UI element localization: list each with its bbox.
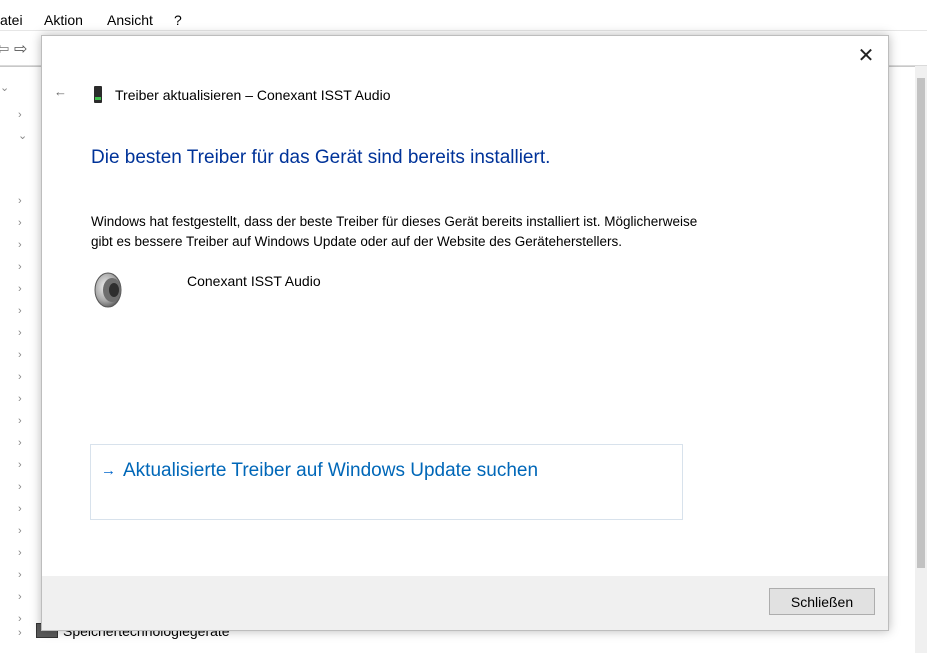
device-name: Conexant ISST Audio [187,273,321,289]
chevron-right-icon[interactable]: › [18,569,22,581]
chevron-right-icon[interactable]: › [18,459,22,471]
forward-arrow-icon: → [101,462,116,479]
chevron-right-icon[interactable]: › [18,217,22,229]
chevron-right-icon[interactable]: › [18,503,22,515]
chevron-right-icon[interactable]: › [18,437,22,449]
back-arrow-icon[interactable]: ⇦ [0,39,9,59]
chevron-right-icon[interactable]: › [18,283,22,295]
chevron-right-icon[interactable]: › [18,547,22,559]
chevron-right-icon[interactable]: › [18,239,22,251]
chevron-right-icon[interactable]: › [18,627,22,639]
result-heading: Die besten Treiber für das Gerät sind be… [91,147,551,168]
chevron-down-icon[interactable]: ⌄ [0,81,9,94]
update-driver-dialog: ✕ ← Treiber aktualisieren – Conexant ISS… [41,35,889,631]
dialog-title: Treiber aktualisieren – Conexant ISST Au… [115,87,391,103]
chevron-right-icon[interactable]: › [18,525,22,537]
chevron-right-icon[interactable]: › [18,195,22,207]
chevron-right-icon[interactable]: › [18,349,22,361]
chevron-down-icon[interactable]: ⌄ [18,129,27,142]
close-button[interactable]: Schließen [769,588,875,615]
dialog-footer: Schließen [42,576,888,630]
chevron-right-icon[interactable]: › [18,261,22,273]
back-icon[interactable]: ← [54,84,67,99]
menu-bar: atei Aktion Ansicht ? [0,0,927,31]
close-icon[interactable]: ✕ [854,44,878,68]
chevron-right-icon[interactable]: › [18,591,22,603]
chevron-right-icon[interactable]: › [18,393,22,405]
chevron-right-icon[interactable]: › [18,109,22,121]
menu-ansicht[interactable]: Ansicht [107,12,153,28]
scrollbar-thumb[interactable] [917,78,925,568]
description-line-2: gibt es bessere Treiber auf Windows Upda… [91,234,623,249]
menu-datei[interactable]: atei [0,12,23,28]
chevron-right-icon[interactable]: › [18,481,22,493]
windows-update-search-link[interactable]: → Aktualisierte Treiber auf Windows Upda… [90,444,683,520]
windows-update-link-label: Aktualisierte Treiber auf Windows Update… [123,460,539,481]
device-icon [94,86,102,103]
menu-aktion[interactable]: Aktion [44,12,83,28]
result-description: Windows hat festgestellt, dass der beste… [91,212,771,252]
chevron-right-icon[interactable]: › [18,305,22,317]
chevron-right-icon[interactable]: › [18,613,22,625]
chevron-right-icon[interactable]: › [18,327,22,339]
forward-arrow-icon[interactable]: ⇨ [14,39,27,59]
chevron-right-icon[interactable]: › [18,371,22,383]
description-line-1: Windows hat festgestellt, dass der beste… [91,214,698,229]
speaker-icon [94,272,122,308]
chevron-right-icon[interactable]: › [18,415,22,427]
menu-help[interactable]: ? [174,12,182,28]
